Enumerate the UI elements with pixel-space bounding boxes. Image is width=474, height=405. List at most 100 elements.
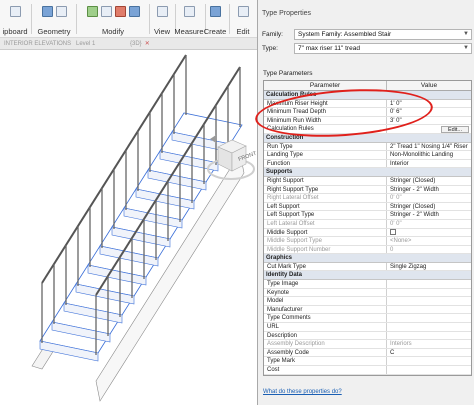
ribbon-group-label: Geometry bbox=[37, 27, 71, 36]
type-select[interactable]: 7" max riser 11" tread ▼ bbox=[294, 43, 472, 54]
join-icon[interactable] bbox=[55, 6, 67, 17]
parameter-value[interactable]: <None> bbox=[387, 237, 471, 245]
parameter-value[interactable]: Single Zigzag bbox=[387, 263, 471, 271]
parameter-value[interactable] bbox=[387, 289, 471, 297]
parameter-row: Left Support Stringer (Closed) bbox=[264, 202, 471, 212]
parameter-value[interactable] bbox=[387, 323, 471, 331]
section-header[interactable]: Calculation Rules bbox=[264, 91, 471, 100]
parameter-row: Assembly Description Interiors bbox=[264, 340, 471, 349]
parameter-value[interactable] bbox=[387, 228, 471, 237]
parameter-value[interactable] bbox=[387, 357, 471, 365]
parameter-name: Assembly Description bbox=[264, 340, 387, 348]
ribbon-group-label: ipboard bbox=[2, 27, 28, 36]
parameter-row: URL bbox=[264, 323, 471, 332]
parameter-value[interactable]: Edit... bbox=[387, 125, 471, 133]
ribbon-group-clipboard[interactable]: ipboard bbox=[0, 0, 30, 38]
move-icon[interactable] bbox=[100, 6, 112, 17]
section-header[interactable]: Construction bbox=[264, 133, 471, 143]
measure-icon[interactable] bbox=[183, 6, 195, 17]
parameter-row: Cost bbox=[264, 366, 471, 375]
parameter-row: Middle Support Type <None> bbox=[264, 237, 471, 246]
chevron-down-icon[interactable]: ▼ bbox=[463, 30, 469, 39]
parameter-row: Function Interior bbox=[264, 159, 471, 169]
chevron-down-icon[interactable]: ▼ bbox=[463, 44, 469, 53]
ribbon-group-measure[interactable]: Measure bbox=[174, 0, 204, 38]
parameter-value[interactable]: 0' 6" bbox=[387, 108, 471, 116]
parameter-name: Landing Type bbox=[264, 151, 387, 159]
mirror-icon[interactable] bbox=[128, 6, 140, 17]
parameter-name: Middle Support Number bbox=[264, 245, 387, 254]
viewcube[interactable]: FRONT bbox=[206, 131, 258, 187]
parameter-name: Type Image bbox=[264, 280, 387, 288]
parameter-value[interactable] bbox=[387, 366, 471, 374]
ribbon-group-label: View bbox=[153, 27, 171, 36]
family-select[interactable]: System Family: Assembled Stair ▼ bbox=[294, 29, 472, 40]
tab-label: INTERIOR ELEVATIONS bbox=[4, 41, 72, 47]
create-group-icon[interactable] bbox=[209, 6, 221, 17]
parameter-value[interactable]: 3' 0" bbox=[387, 117, 471, 125]
3d-view-canvas[interactable]: FRONT bbox=[0, 51, 258, 405]
stair-model[interactable] bbox=[0, 51, 257, 405]
parameter-value[interactable] bbox=[387, 306, 471, 314]
parameter-value[interactable]: Stringer - 2" Width bbox=[387, 186, 471, 194]
parameter-value[interactable] bbox=[387, 297, 471, 305]
parameter-row: Right Lateral Offset 0' 0" bbox=[264, 194, 471, 203]
tab-interior-elevations[interactable]: INTERIOR ELEVATIONS bbox=[0, 39, 75, 50]
parameter-value-text: Interiors bbox=[390, 341, 412, 348]
parameter-row: Middle Support bbox=[264, 228, 471, 238]
view-tabs: INTERIOR ELEVATIONS Level 1 {3D} ✕ bbox=[0, 38, 257, 50]
tab-3d[interactable]: {3D} ✕ bbox=[126, 39, 154, 50]
parameter-value-text: 0' 0" bbox=[390, 220, 402, 227]
tab-label: Level 1 bbox=[76, 41, 96, 47]
parameter-value[interactable]: 0 bbox=[387, 246, 471, 254]
edit-stairs-icon[interactable] bbox=[237, 6, 249, 17]
cut-geometry-icon[interactable] bbox=[41, 6, 53, 17]
section-header[interactable]: Graphics bbox=[264, 254, 471, 263]
family-label: Family: bbox=[262, 31, 283, 38]
parameter-value[interactable]: Stringer - 2" Width bbox=[387, 211, 471, 219]
middle-support-checkbox[interactable] bbox=[390, 228, 396, 235]
ribbon-separator bbox=[76, 4, 77, 34]
tab-label: {3D} bbox=[130, 41, 142, 47]
section-header[interactable]: Identity Data bbox=[264, 271, 471, 281]
parameter-value[interactable]: Non-Monolithic Landing bbox=[387, 151, 471, 159]
close-icon[interactable]: ✕ bbox=[145, 41, 150, 47]
hide-icon[interactable] bbox=[156, 6, 168, 17]
parameter-row: Cut Mark Type Single Zigzag bbox=[264, 262, 471, 272]
parameter-value[interactable]: 2" Tread 1" Nosing 1/4" Riser bbox=[387, 143, 471, 151]
tab-level-1[interactable]: Level 1 bbox=[72, 39, 99, 50]
parameter-value[interactable]: 0' 0" bbox=[387, 220, 471, 228]
ribbon-group-geometry[interactable]: Geometry bbox=[33, 0, 75, 38]
parameter-value[interactable] bbox=[387, 280, 471, 288]
column-header-parameter: Parameter bbox=[264, 81, 387, 90]
parameter-value[interactable] bbox=[387, 332, 471, 340]
parameter-value-text: C bbox=[390, 349, 395, 356]
ribbon-group-modify[interactable]: Modify bbox=[78, 0, 148, 38]
ribbon-group-edit[interactable]: Edit bbox=[231, 0, 255, 38]
align-icon[interactable] bbox=[86, 6, 98, 17]
delete-icon[interactable] bbox=[114, 6, 126, 17]
parameter-row: Minimum Run Width 3' 0" bbox=[264, 116, 471, 126]
parameter-name: Minimum Run Width bbox=[264, 116, 387, 125]
ribbon-group-create[interactable]: Create bbox=[203, 0, 227, 38]
parameter-name: Middle Support bbox=[264, 228, 387, 237]
parameter-value[interactable]: 0' 0" bbox=[387, 194, 471, 202]
parameter-value[interactable]: Stringer (Closed) bbox=[387, 177, 471, 185]
parameter-value[interactable]: Stringer (Closed) bbox=[387, 203, 471, 211]
edit-button[interactable]: Edit... bbox=[440, 125, 469, 133]
parameter-value[interactable]: C bbox=[387, 349, 471, 357]
parameter-value[interactable]: Interiors bbox=[387, 340, 471, 348]
help-link[interactable]: What do these properties do? bbox=[263, 389, 342, 395]
parameter-value[interactable]: Interior bbox=[387, 160, 471, 168]
ribbon-group-view[interactable]: View bbox=[150, 0, 174, 38]
home-icon[interactable] bbox=[210, 135, 216, 143]
section-header[interactable]: Supports bbox=[264, 168, 471, 177]
parameter-name: Left Lateral Offset bbox=[264, 219, 387, 228]
parameter-name: Right Lateral Offset bbox=[264, 194, 387, 202]
paste-icon[interactable] bbox=[9, 6, 21, 17]
parameter-value-text: 0' 6" bbox=[390, 109, 402, 116]
parameter-value[interactable] bbox=[387, 314, 471, 322]
parameter-row: Description bbox=[264, 331, 471, 341]
parameter-name: Right Support Type bbox=[264, 185, 387, 194]
parameter-value[interactable]: 1' 0" bbox=[387, 100, 471, 108]
